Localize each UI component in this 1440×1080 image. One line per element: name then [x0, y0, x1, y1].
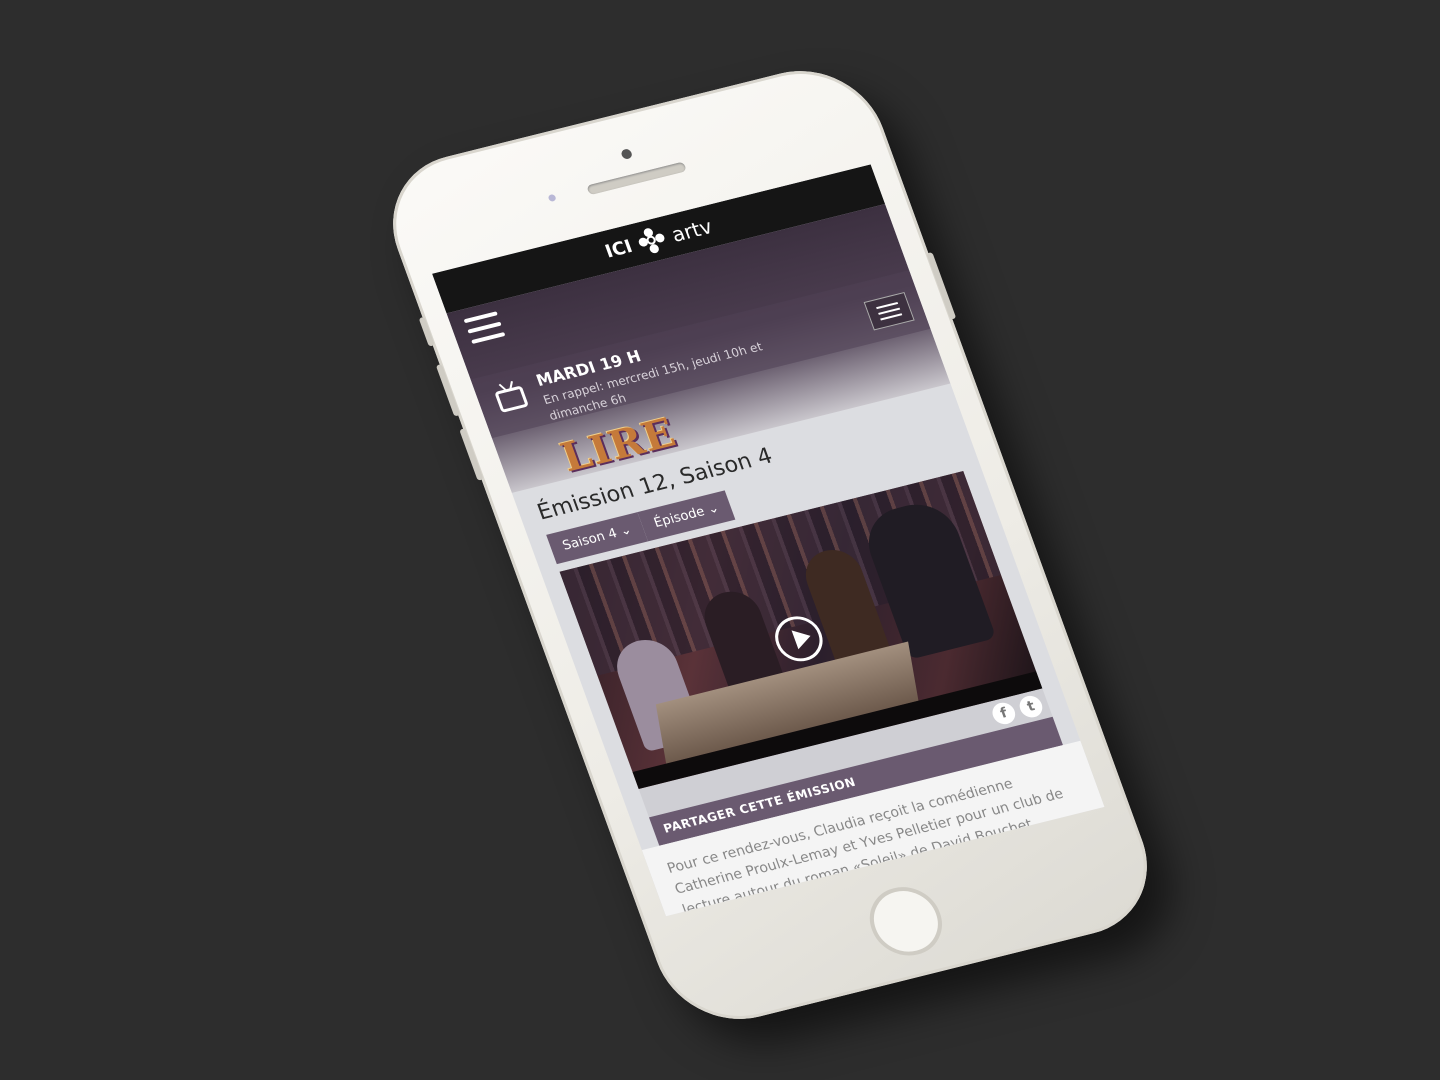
twitter-icon[interactable]: t: [1016, 693, 1046, 720]
chevron-down-icon: ⌄: [618, 522, 634, 540]
hamburger-icon[interactable]: [463, 311, 507, 346]
brand-prefix: ICI: [602, 235, 636, 262]
facebook-icon[interactable]: f: [989, 700, 1019, 727]
tv-icon: [494, 385, 529, 413]
show-menu-button[interactable]: [863, 291, 915, 331]
phone-mockup: ICI artv MARDI 19 H En rappel: mercredi …: [370, 54, 1170, 1036]
episode-select-label: Épisode: [652, 504, 707, 531]
chevron-down-icon: ⌄: [705, 500, 722, 518]
radio-canada-gem-icon: [635, 225, 669, 256]
phone-screen: ICI artv MARDI 19 H En rappel: mercredi …: [432, 164, 1105, 917]
brand-suffix: artv: [668, 214, 716, 247]
season-select-label: Saison 4: [560, 526, 620, 554]
